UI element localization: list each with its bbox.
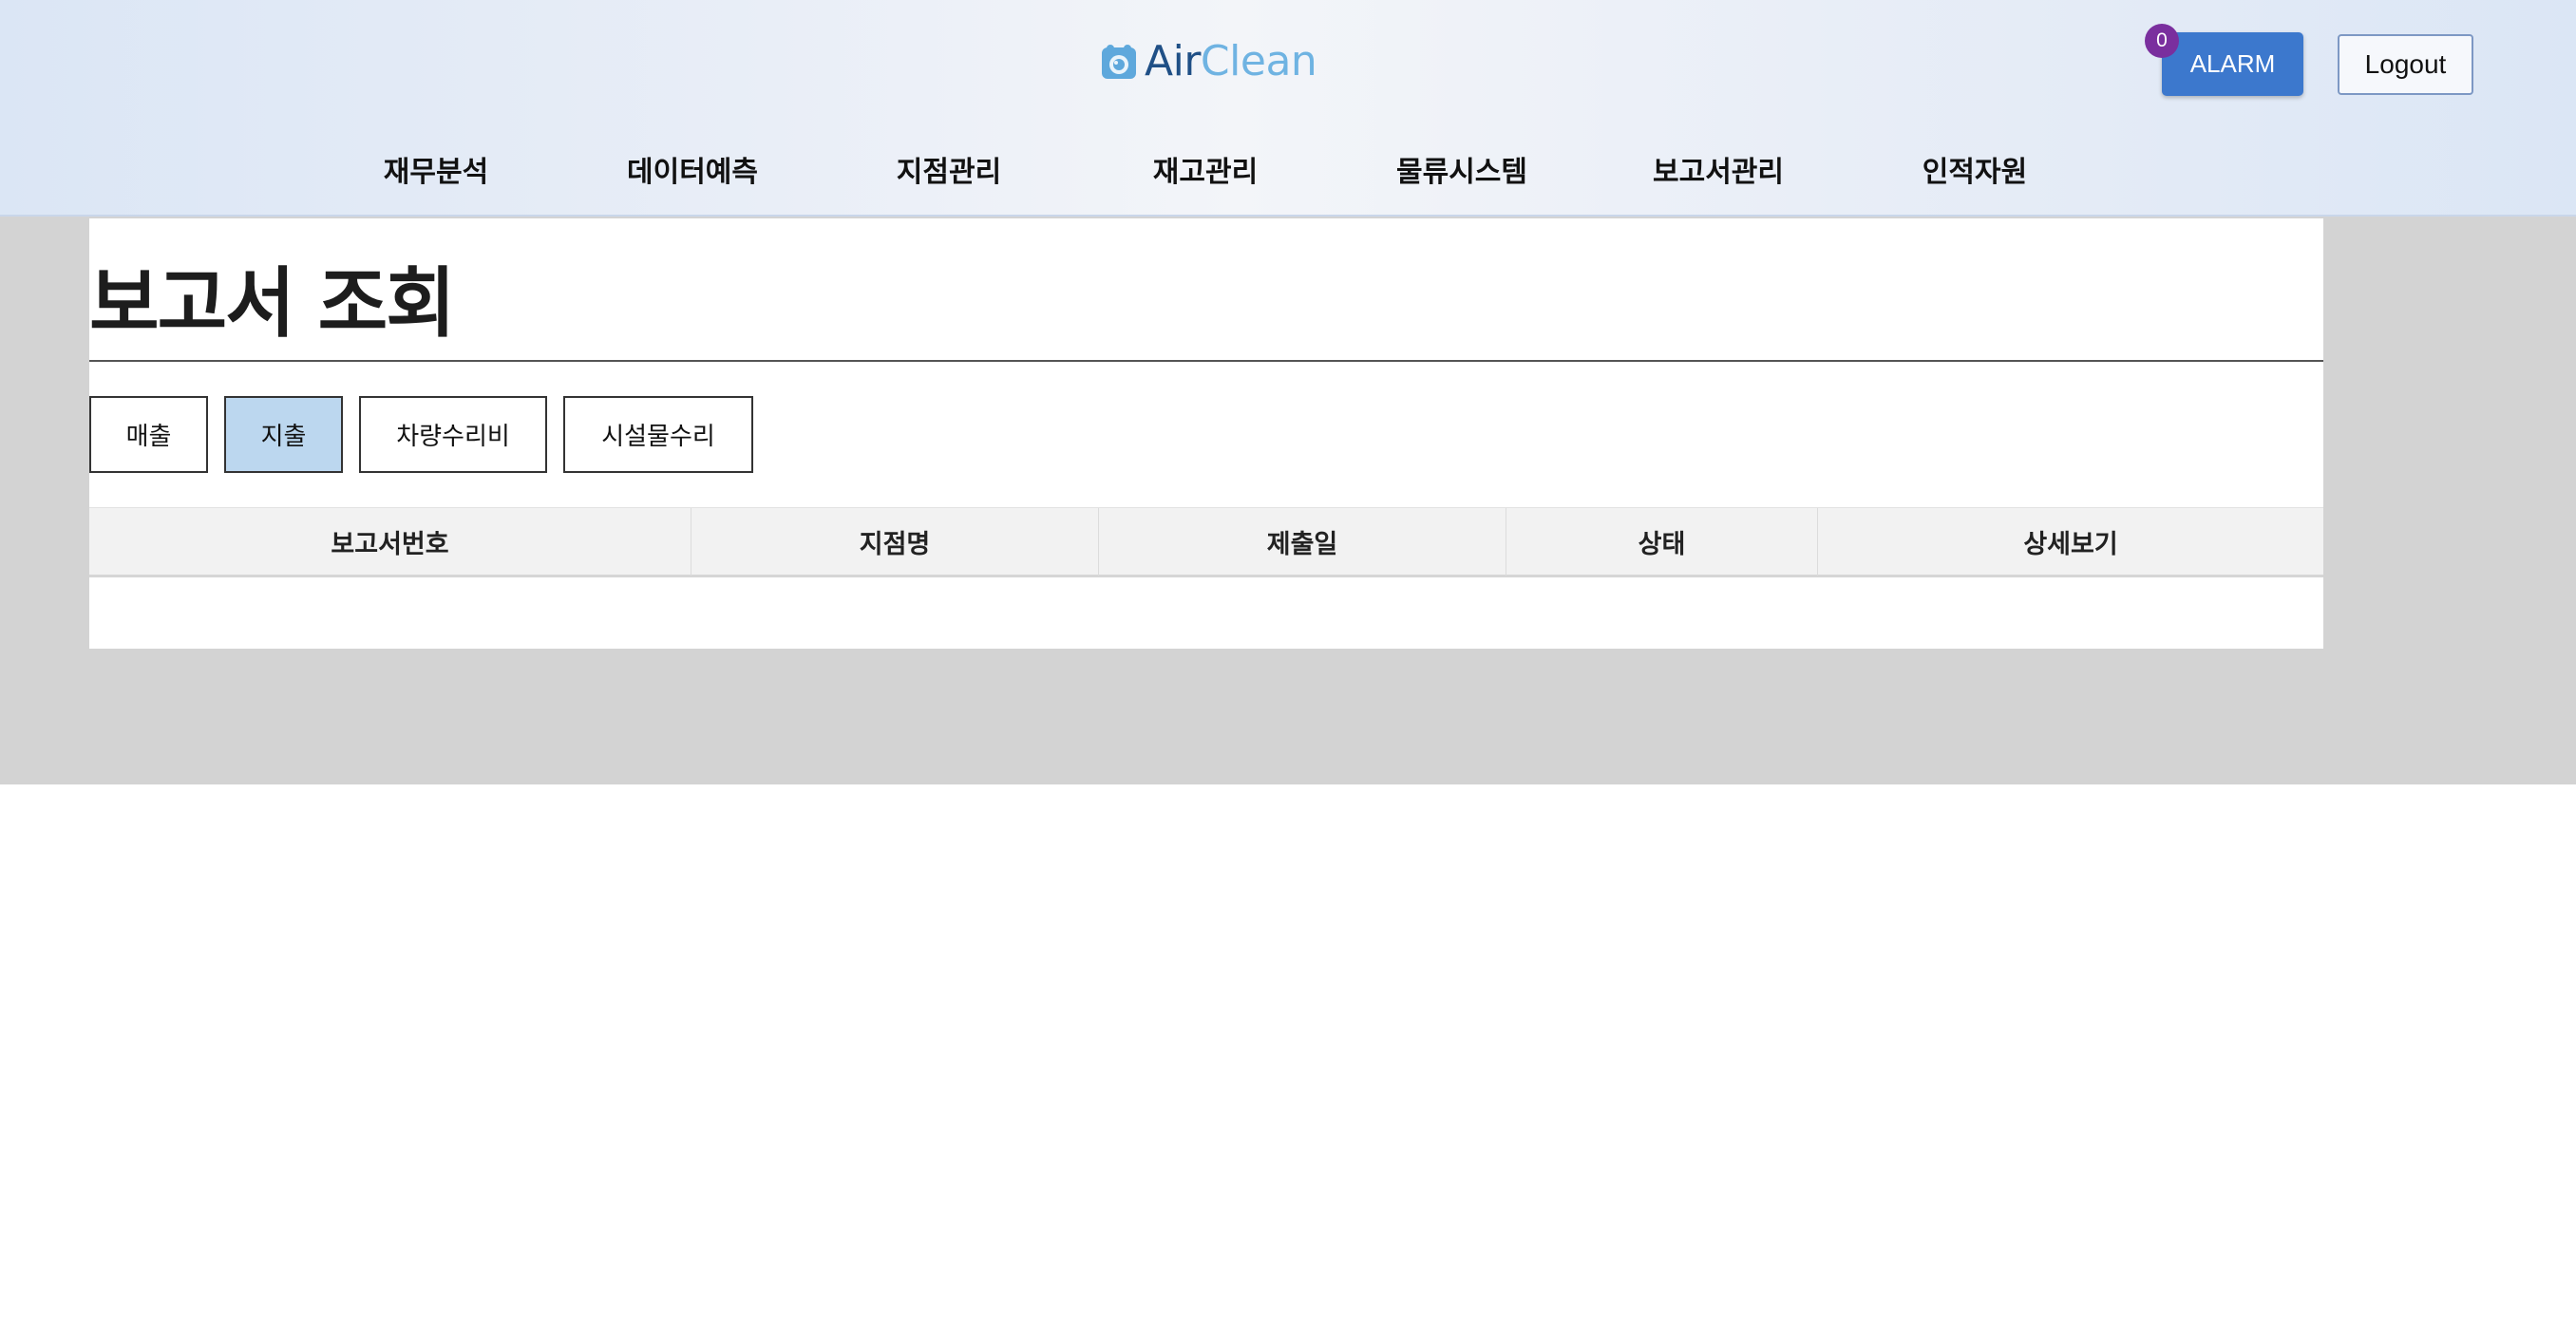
column-header-status: 상태 — [1506, 508, 1818, 576]
column-header-detail-view: 상세보기 — [2023, 530, 2118, 559]
logout-button[interactable]: Logout — [2338, 34, 2473, 95]
nav-item-inventory-management[interactable]: 재고관리 — [1101, 142, 1310, 196]
tab-facility-repair[interactable]: 시설물수리 — [563, 396, 753, 473]
page-title: 보고서 조회 — [89, 259, 456, 348]
report-table-header: 보고서번호 지점명 제출일 상태 상세보기 — [89, 507, 2323, 577]
nav-item-financial-analysis[interactable]: 재무분석 — [331, 142, 540, 196]
report-panel: 보고서 조회 매출 지출 차량수리비 시설물수리 보고서번호 지점명 제출일 상… — [89, 218, 2323, 649]
tab-vehicle-repair[interactable]: 차량수리비 — [359, 396, 547, 473]
nav-item-report-management[interactable]: 보고서관리 — [1614, 142, 1823, 196]
tab-sales[interactable]: 매출 — [89, 396, 208, 473]
column-header-report-number: 보고서번호 — [89, 508, 691, 576]
title-divider — [89, 360, 2323, 362]
column-header-submit-date: 제출일 — [1099, 508, 1506, 576]
nav-item-data-forecast[interactable]: 데이터예측 — [588, 142, 797, 196]
column-header-branch-name: 지점명 — [691, 508, 1099, 576]
logo-text-clean: Clean — [1200, 37, 1317, 85]
aircleaner-icon — [1102, 45, 1136, 79]
alarm-button[interactable]: ALARM — [2162, 32, 2303, 96]
app-header: AirClean ALARM 0 Logout 재무분석 데이터예측 지점관리 … — [0, 0, 2576, 217]
nav-item-logistics-system[interactable]: 물류시스템 — [1357, 142, 1566, 196]
nav-item-human-resources[interactable]: 인적자원 — [1870, 142, 2079, 196]
logo[interactable]: AirClean — [1101, 36, 1317, 87]
tab-expenses[interactable]: 지출 — [224, 396, 343, 473]
nav-item-branch-management[interactable]: 지점관리 — [844, 142, 1053, 196]
logo-text-air: Air — [1145, 37, 1201, 85]
alarm-count-badge: 0 — [2145, 24, 2179, 58]
main-nav: 재무분석 데이터예측 지점관리 재고관리 물류시스템 보고서관리 인적자원 — [0, 142, 2576, 196]
